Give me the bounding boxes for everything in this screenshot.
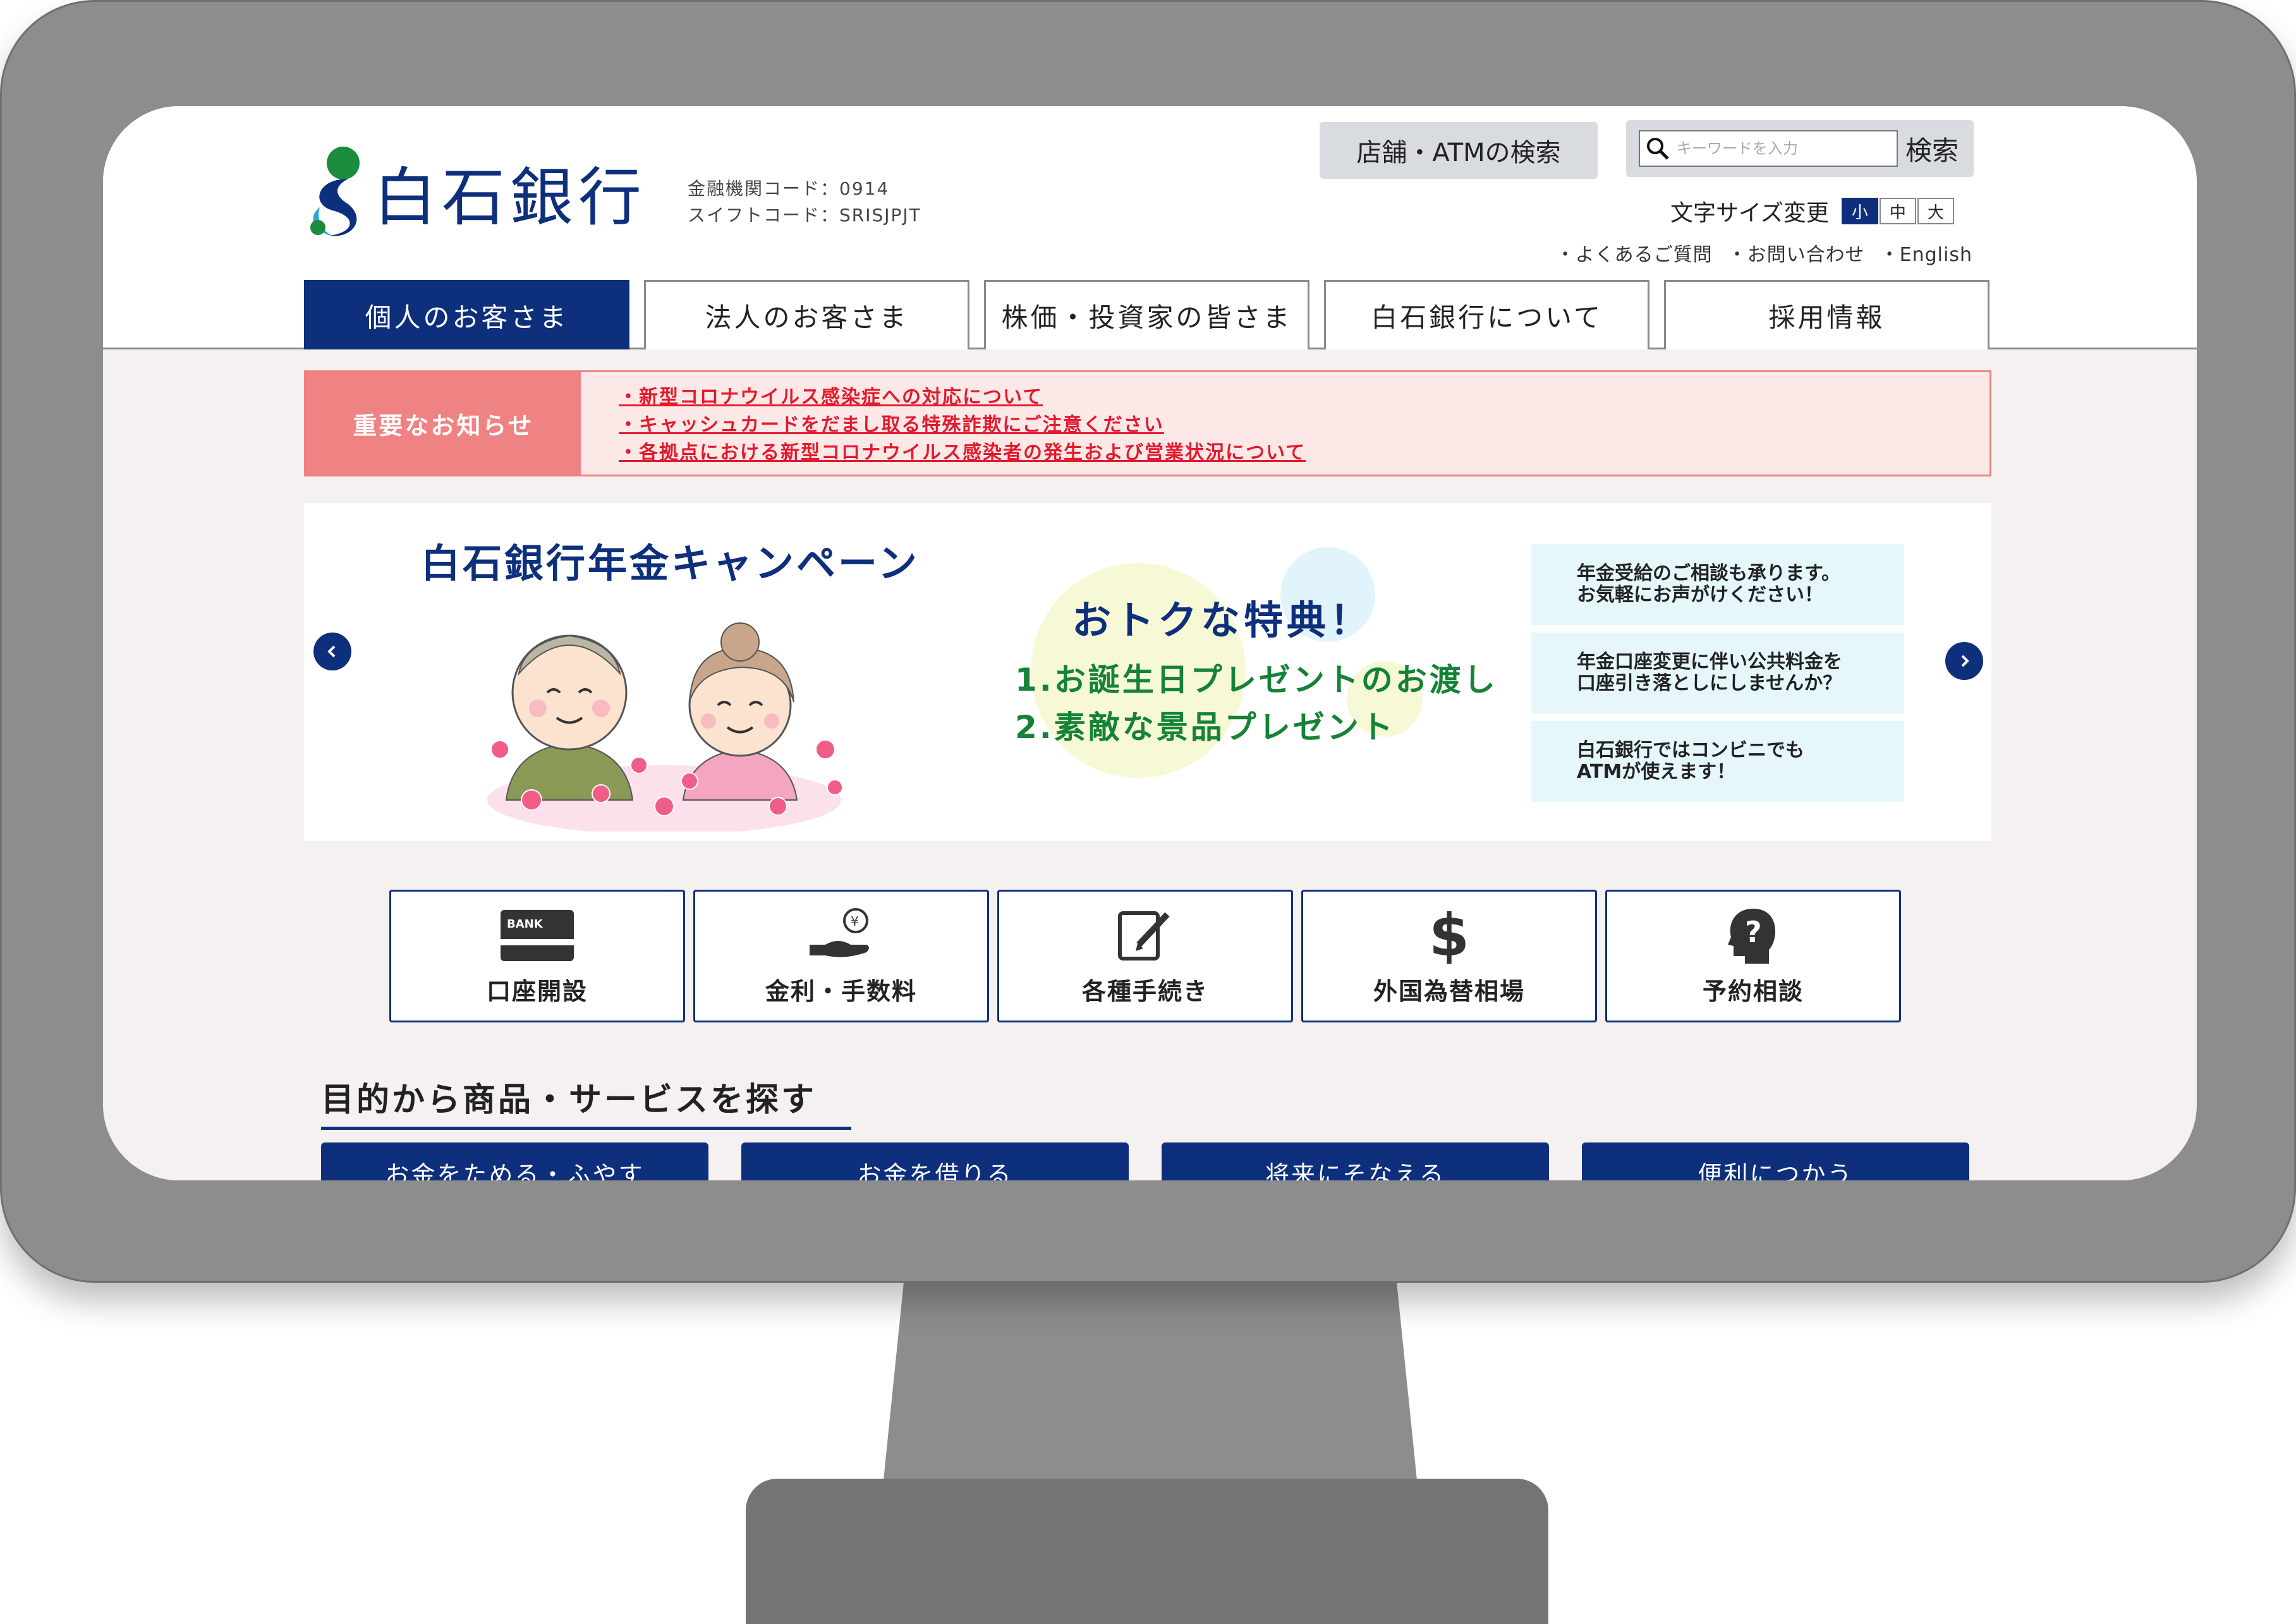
quick-links: BANK 口座開設 ¥ 金利・手数料 各種手続き $ 外国為替相場 ? 予約相談 (389, 890, 1909, 1022)
tab-personal[interactable]: 個人のお客さま (304, 280, 629, 349)
quick-link-label: 予約相談 (1702, 978, 1804, 1005)
category-convenient-use[interactable]: 便利につかう (1582, 1142, 1969, 1180)
quick-link-appointment[interactable]: ? 予約相談 (1605, 890, 1901, 1022)
font-size-label: 文字サイズ変更 (1670, 200, 1829, 226)
font-size-small-button[interactable]: 小 (1841, 198, 1878, 224)
carousel-prev-button[interactable] (313, 633, 351, 670)
important-notice: 重要なお知らせ ・新型コロナウイルス感染症への対応について ・キャッシュカードを… (304, 370, 1991, 476)
carousel-next-button[interactable] (1945, 642, 1983, 680)
font-size-large-button[interactable]: 大 (1917, 198, 1954, 224)
quick-link-label: 外国為替相場 (1373, 978, 1525, 1005)
font-size-control: 文字サイズ変更 小 中 大 (1670, 195, 1954, 227)
info-box-consultation: 年金受給のご相談も承ります。 お気軽にお声がけください！ (1531, 544, 1904, 625)
head-question-icon: ? (1725, 904, 1782, 967)
monitor-bezel: 白石銀行 金融機関コード：0914 スイフトコード：SRISJPJT 店舗・AT… (0, 0, 2296, 1283)
quick-link-label: 金利・手数料 (765, 978, 917, 1005)
contact-link[interactable]: ・お問い合わせ (1728, 239, 1865, 267)
campaign-banner[interactable]: 白石銀行年金キャンペーン おトクな特典！ 1.お誕生日プレゼントのお渡し 2.素… (304, 503, 1991, 841)
elderly-couple-illustration (487, 622, 843, 832)
font-size-medium-button[interactable]: 中 (1879, 198, 1916, 224)
notice-links: ・新型コロナウイルス感染症への対応について ・キャッシュカードをだまし取る特殊詐… (581, 372, 1306, 475)
search-button[interactable]: 検索 (1905, 130, 1959, 168)
bank-name: 白石銀行 (374, 160, 647, 234)
notice-link-fraud[interactable]: ・キャッシュカードをだまし取る特殊詐欺にご注意ください (619, 411, 1306, 439)
dollar-icon: $ (1428, 901, 1469, 969)
chevron-right-icon (1961, 655, 1969, 667)
info-box-utility-debit: 年金口座変更に伴い公共料金を 口座引き落としにしませんか？ (1531, 633, 1904, 713)
search-field (1639, 130, 1898, 167)
notice-link-branch-status[interactable]: ・各拠点における新型コロナウイルス感染者の発生および営業状況について (619, 439, 1306, 467)
benefit-heading: おトクな特典！ (1072, 597, 1373, 643)
swift-code: スイフトコード：SRISJPJT (688, 205, 921, 226)
question-symbol: ? (1745, 915, 1762, 949)
info-box-utility-debit-text: 年金口座変更に伴い公共料金を 口座引き落としにしませんか？ (1577, 651, 1842, 694)
tab-corporate[interactable]: 法人のお客さま (644, 280, 969, 349)
screen: 白石銀行 金融機関コード：0914 スイフトコード：SRISJPJT 店舗・AT… (103, 106, 2197, 1180)
search-input[interactable] (1677, 140, 1892, 157)
quick-link-label: 各種手続き (1081, 978, 1208, 1005)
bank-logo-mark-icon (310, 147, 360, 236)
english-link[interactable]: ・English (1880, 239, 1972, 267)
site-header: 白石銀行 金融機関コード：0914 スイフトコード：SRISJPJT 店舗・AT… (103, 106, 2197, 349)
institution-code: 金融機関コード：0914 (688, 178, 890, 199)
yen-symbol: ¥ (851, 914, 859, 929)
quick-link-procedures[interactable]: 各種手続き (997, 890, 1293, 1022)
quick-link-label: 口座開設 (486, 978, 588, 1005)
notice-label: 重要なお知らせ (306, 372, 581, 475)
benefit-item-prize: 2.素敵な景品プレゼント (1015, 709, 1395, 746)
utility-links: ・よくあるご質問 ・お問い合わせ ・English (1541, 239, 1972, 267)
store-atm-search-button[interactable]: 店舗・ATMの検索 (1320, 122, 1598, 179)
info-box-consultation-text: 年金受給のご相談も承ります。 お気軽にお声がけください！ (1577, 562, 1840, 606)
monitor-base (746, 1479, 1548, 1624)
bank-card-text: BANK (507, 918, 544, 931)
quick-link-open-account[interactable]: BANK 口座開設 (389, 890, 685, 1022)
category-prepare-future[interactable]: 将来にそなえる (1162, 1142, 1549, 1180)
bank-card-icon: BANK (499, 904, 575, 967)
tab-about[interactable]: 白石銀行について (1324, 280, 1649, 349)
quick-link-exchange-rates[interactable]: $ 外国為替相場 (1301, 890, 1597, 1022)
quick-link-rates-fees[interactable]: ¥ 金利・手数料 (693, 890, 989, 1022)
document-edit-icon (1114, 904, 1177, 967)
tab-investors[interactable]: 株価・投資家の皆さま (984, 280, 1309, 349)
dollar-symbol: $ (1428, 901, 1469, 969)
search-icon (1647, 138, 1669, 160)
main-nav: 個人のお客さま 法人のお客さま 株価・投資家の皆さま 白石銀行について 採用情報 (304, 280, 2004, 349)
info-box-convenience-atm: 白石銀行ではコンビニでも ATMが使えます！ (1531, 721, 1904, 802)
category-save-grow[interactable]: お金をためる・ふやす (321, 1142, 708, 1180)
hand-coin-icon: ¥ (806, 904, 876, 967)
chevron-left-icon (327, 645, 336, 658)
faq-link[interactable]: ・よくあるご質問 (1556, 239, 1713, 267)
section-title: 目的から商品・サービスを探す (321, 1073, 852, 1130)
info-box-convenience-atm-text: 白石銀行ではコンビニでも ATMが使えます！ (1577, 739, 1804, 783)
benefit-item-birthday: 1.お誕生日プレゼントのお渡し (1015, 662, 1498, 698)
bank-codes: 金融機関コード：0914 スイフトコード：SRISJPJT (688, 176, 921, 229)
notice-link-covid[interactable]: ・新型コロナウイルス感染症への対応について (619, 384, 1306, 411)
search-box: 検索 (1626, 120, 1974, 177)
bank-logo[interactable]: 白石銀行 (304, 144, 647, 239)
tab-careers[interactable]: 採用情報 (1664, 280, 1989, 349)
banner-title: 白石銀行年金キャンペーン (421, 540, 920, 586)
service-categories: お金をためる・ふやす お金を借りる 将来にそなえる 便利につかう (321, 1142, 2002, 1180)
category-borrow[interactable]: お金を借りる (741, 1142, 1129, 1180)
